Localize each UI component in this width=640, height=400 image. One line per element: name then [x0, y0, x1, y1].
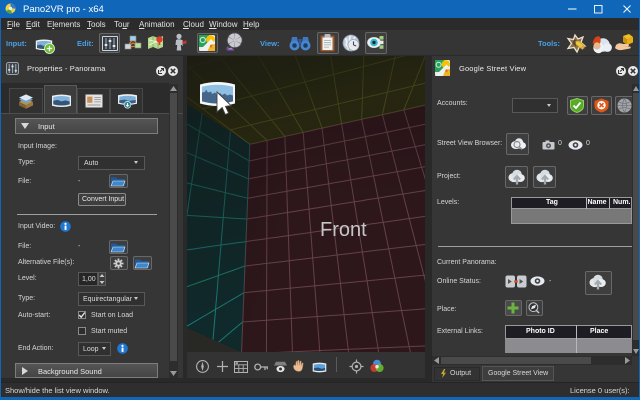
- svg-text:Front: Front: [320, 219, 367, 241]
